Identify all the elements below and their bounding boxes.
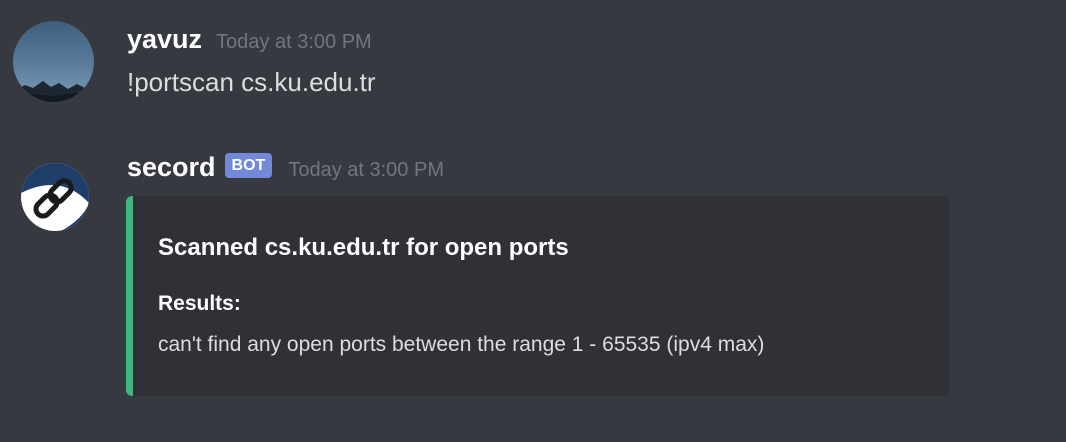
bot-tag-badge: BOT [224,153,273,178]
embed-title: Scanned cs.ku.edu.tr for open ports [158,234,569,261]
chain-link-avatar-icon[interactable] [21,163,89,231]
landscape-avatar-icon[interactable] [13,21,94,102]
username[interactable]: yavuz [127,24,202,55]
timestamp: Today at 3:00 PM [216,31,372,53]
message-header: secord BOT Today at 3:00 PM [127,152,444,183]
message-content: !portscan cs.ku.edu.tr [127,67,376,97]
username[interactable]: secord [127,152,216,183]
embed-card: Scanned cs.ku.edu.tr for open ports Resu… [126,196,950,396]
embed-field-name: Results: [158,292,241,315]
embed-field-value: can't find any open ports between the ra… [158,333,765,356]
message-secord: secord BOT Today at 3:00 PM Scanned cs.k… [0,140,1066,440]
embed-accent-bar [126,196,133,396]
message-header: yavuz Today at 3:00 PM [127,24,372,55]
timestamp: Today at 3:00 PM [288,159,444,181]
message-yavuz: yavuz Today at 3:00 PM !portscan cs.ku.e… [0,0,1066,130]
